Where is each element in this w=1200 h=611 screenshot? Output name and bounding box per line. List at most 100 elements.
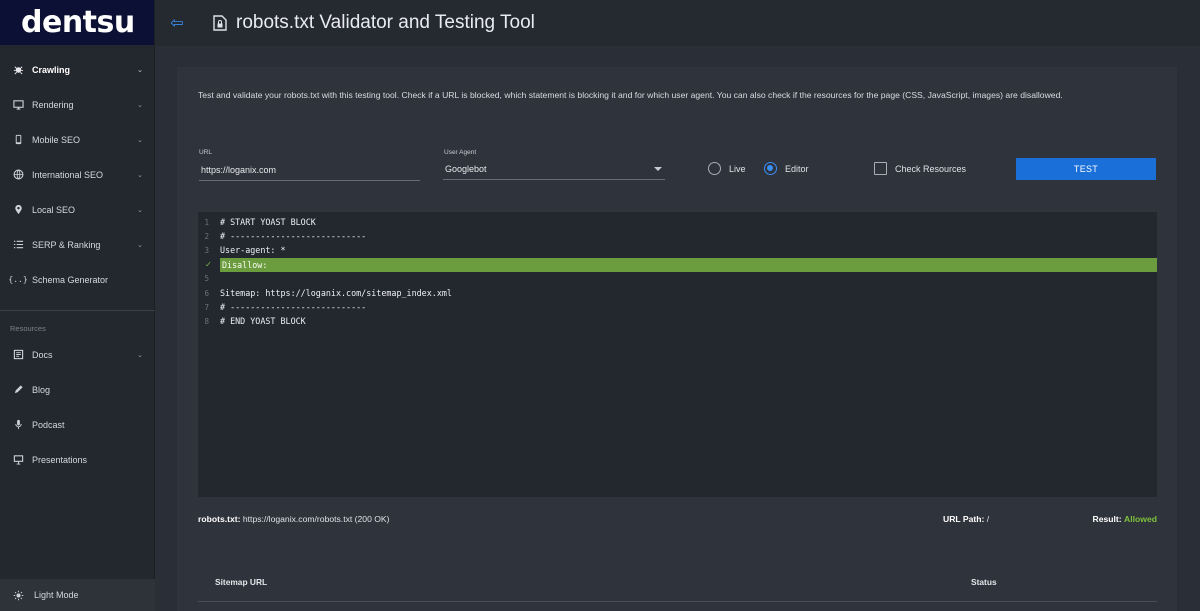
dentsu-logo[interactable]: dentsu: [0, 0, 154, 45]
code-text: User-agent: *: [220, 245, 286, 256]
mobile-icon: [12, 134, 24, 146]
sidebar-item-label: SERP & Ranking: [32, 239, 101, 250]
radio-label: Editor: [785, 163, 809, 174]
user-agent-value: Googlebot: [445, 164, 487, 174]
code-text: Sitemap: https://loganix.com/sitemap_ind…: [220, 288, 452, 299]
robots-value: https://loganix.com/robots.txt (200 OK): [242, 514, 390, 524]
checkbox-box: [874, 162, 887, 175]
sidebar-item-crawling[interactable]: Crawling ⌄: [0, 52, 155, 87]
status-badge: Allowed: [1124, 514, 1157, 524]
light-mode-toggle[interactable]: Light Mode: [0, 579, 155, 611]
code-line: 7 # ---------------------------: [198, 300, 1157, 314]
sidebar-nav: Crawling ⌄ Rendering ⌄ Mobile SEO ⌄ Inte…: [0, 52, 155, 477]
resources-section-label: Resources: [10, 324, 46, 333]
test-result: Result: Allowed: [1093, 514, 1157, 524]
code-line: 6 Sitemap: https://loganix.com/sitemap_i…: [198, 286, 1157, 300]
list-icon: [12, 239, 24, 251]
mode-radio-editor[interactable]: Editor: [764, 162, 809, 175]
monitor-icon: [12, 99, 24, 111]
robots-editor[interactable]: 1 # START YOAST BLOCK 2 # --------------…: [198, 212, 1157, 497]
line-number: 2: [204, 231, 209, 241]
robots-label: robots.txt:: [198, 514, 241, 524]
sidebar-item-label: International SEO: [32, 169, 104, 180]
code-line: 1 # START YOAST BLOCK: [198, 215, 1157, 229]
tool-description: Test and validate your robots.txt with t…: [198, 90, 1063, 100]
url-path-result: URL Path: /: [943, 514, 989, 524]
url-input[interactable]: [199, 159, 420, 181]
sitemap-table-header: Sitemap URL Status: [198, 567, 1157, 602]
chevron-down-icon: ⌄: [137, 136, 143, 144]
code-text: # ---------------------------: [220, 302, 367, 313]
document-icon: [12, 349, 24, 361]
sidebar-item-mobile-seo[interactable]: Mobile SEO ⌄: [0, 122, 155, 157]
chevron-down-icon: ⌄: [137, 351, 143, 359]
code-text: # END YOAST BLOCK: [220, 316, 306, 327]
pencil-icon: [12, 384, 24, 396]
mode-radio-live[interactable]: Live: [708, 162, 746, 175]
sidebar-item-label: Presentations: [32, 454, 88, 465]
check-resources-checkbox[interactable]: Check Resources: [874, 162, 966, 175]
radio-circle: [708, 162, 721, 175]
sidebar-item-label: Crawling: [32, 64, 71, 75]
sidebar-item-international-seo[interactable]: International SEO ⌄: [0, 157, 155, 192]
sidebar-item-presentations[interactable]: Presentations: [0, 442, 155, 477]
microphone-icon: [12, 419, 24, 431]
test-button[interactable]: TEST: [1016, 158, 1156, 180]
column-header-status: Status: [971, 577, 997, 587]
chevron-down-icon: ⌄: [137, 171, 143, 179]
sidebar-item-blog[interactable]: Blog: [0, 372, 155, 407]
sidebar-item-label: Local SEO: [32, 204, 76, 215]
chevron-down-icon: ⌄: [137, 206, 143, 214]
file-lock-icon: [213, 15, 227, 31]
user-agent-select[interactable]: Googlebot: [443, 159, 665, 180]
sidebar: dentsu Crawling ⌄ Rendering ⌄ Mobile SEO…: [0, 0, 155, 611]
line-number: 3: [204, 245, 209, 255]
code-line: 3 User-agent: *: [198, 243, 1157, 257]
line-number: 6: [204, 288, 209, 298]
sidebar-item-schema-generator[interactable]: {..} Schema Generator: [0, 262, 155, 297]
sidebar-item-label: Podcast: [32, 419, 65, 430]
presentation-icon: [12, 454, 24, 466]
page-title: robots.txt Validator and Testing Tool: [236, 12, 535, 33]
map-pin-icon: [12, 204, 24, 216]
code-text: # ---------------------------: [220, 231, 367, 242]
chevron-down-icon: ⌄: [137, 101, 143, 109]
caret-down-icon: [654, 167, 662, 171]
braces-icon: {..}: [8, 275, 28, 284]
code-text: # START YOAST BLOCK: [220, 217, 316, 228]
code-line: 2 # ---------------------------: [198, 229, 1157, 243]
sidebar-item-label: Schema Generator: [32, 274, 109, 285]
line-number: 7: [204, 302, 209, 312]
logo-text: dentsu: [21, 5, 135, 40]
sidebar-item-local-seo[interactable]: Local SEO ⌄: [0, 192, 155, 227]
url-path-label: URL Path:: [943, 514, 985, 524]
line-number: 8: [204, 316, 209, 326]
sidebar-item-podcast[interactable]: Podcast: [0, 407, 155, 442]
line-number: 5: [204, 274, 209, 284]
checkbox-label: Check Resources: [895, 163, 967, 174]
sidebar-item-rendering[interactable]: Rendering ⌄: [0, 87, 155, 122]
code-line-matched: ✓ Disallow:: [198, 257, 1157, 272]
code-text: Disallow:: [222, 259, 268, 270]
code-line: 5: [198, 272, 1157, 286]
sidebar-item-serp-ranking[interactable]: SERP & Ranking ⌄: [0, 227, 155, 262]
user-agent-label: User Agent: [444, 149, 477, 156]
sidebar-item-label: Mobile SEO: [32, 134, 81, 145]
chevron-down-icon: ⌄: [137, 241, 143, 249]
collapse-sidebar-icon[interactable]: ⇦: [157, 13, 197, 33]
globe-icon: [12, 169, 24, 181]
tool-card: Test and validate your robots.txt with t…: [177, 67, 1177, 611]
chevron-down-icon: ⌄: [137, 66, 143, 74]
result-label: Result:: [1092, 514, 1122, 524]
radio-label: Live: [729, 163, 746, 174]
check-icon: ✓: [205, 259, 211, 270]
top-header: ⇦ robots.txt Validator and Testing Tool: [155, 0, 1200, 46]
sun-icon: [12, 589, 24, 601]
url-label: URL: [199, 149, 213, 156]
sidebar-item-docs[interactable]: Docs ⌄: [0, 337, 155, 372]
light-mode-label: Light Mode: [34, 590, 79, 600]
column-header-sitemap-url: Sitemap URL: [215, 577, 268, 587]
sidebar-item-label: Docs: [32, 349, 53, 360]
code-line: 8 # END YOAST BLOCK: [198, 314, 1157, 328]
bug-icon: [12, 64, 24, 76]
